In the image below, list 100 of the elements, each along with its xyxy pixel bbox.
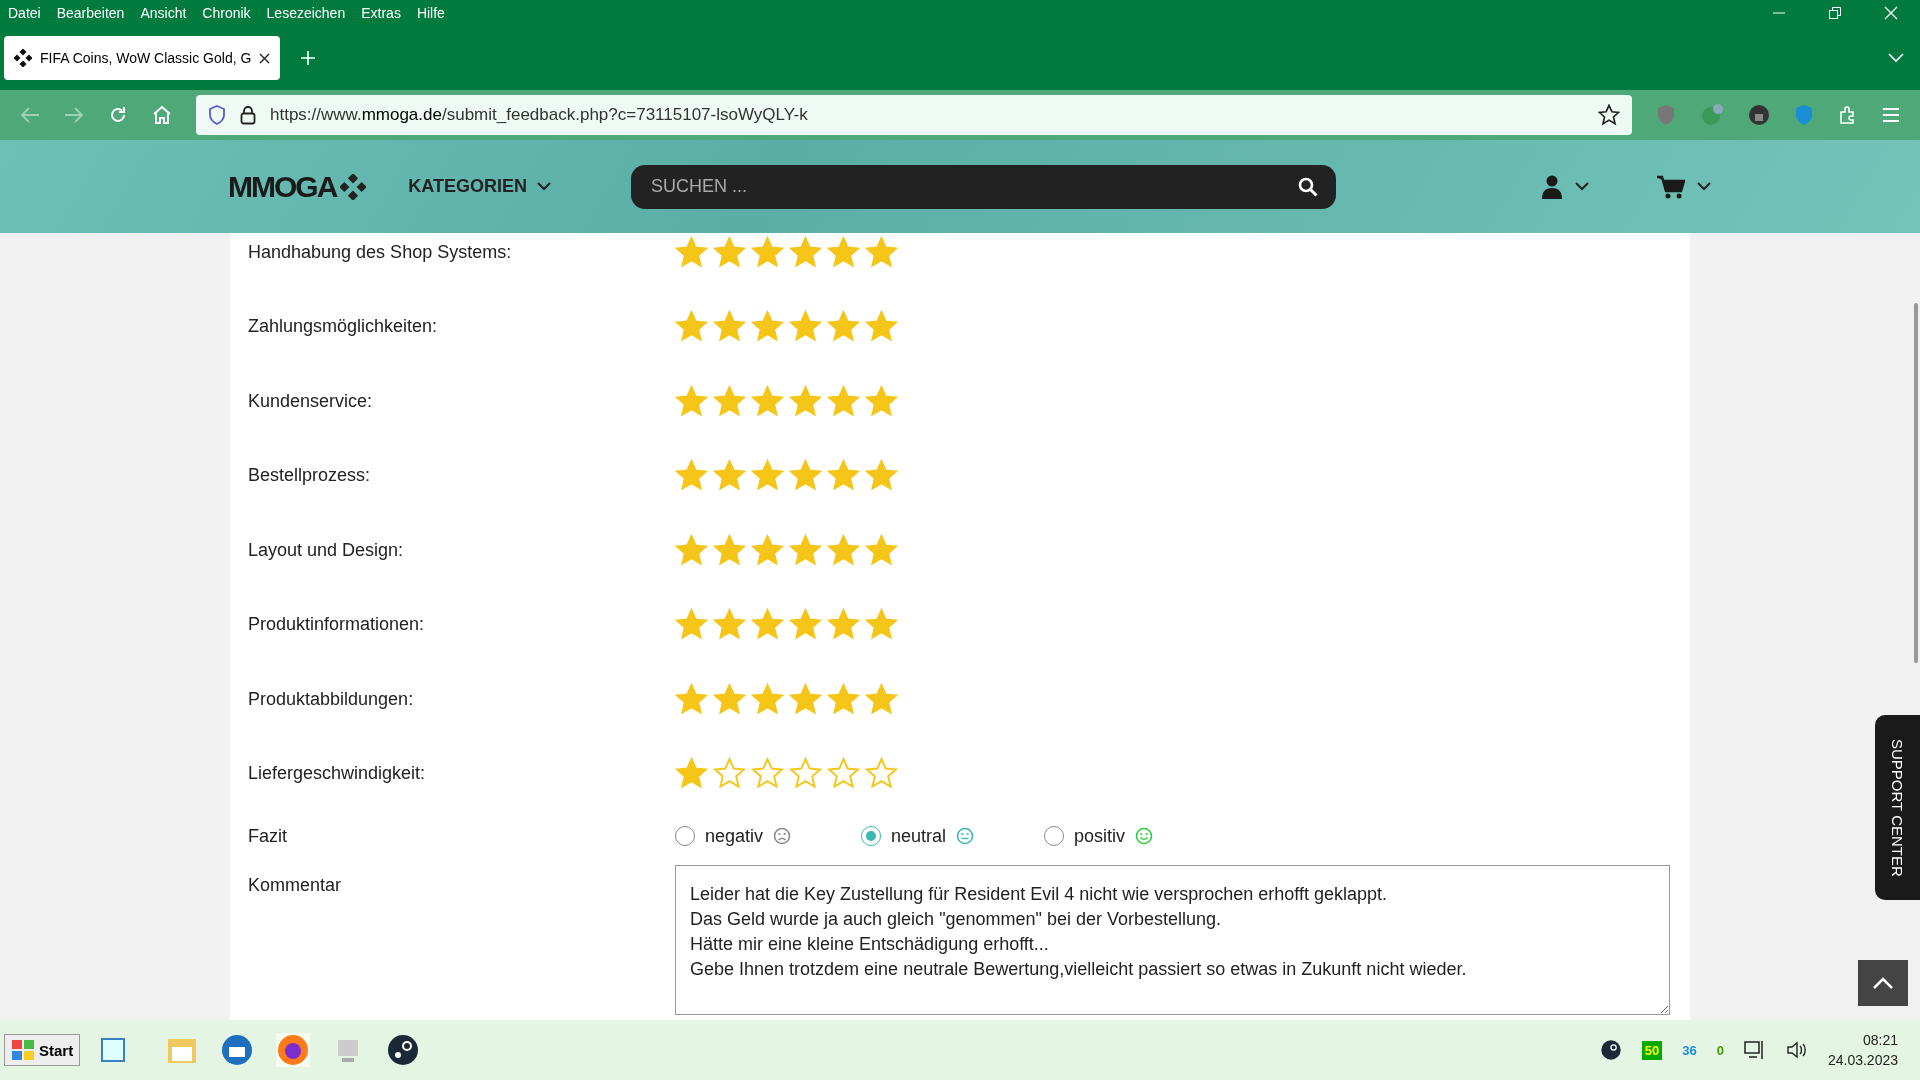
star-filled-icon[interactable]	[713, 533, 746, 567]
radio-label[interactable]: neutral	[891, 825, 947, 847]
star-filled-icon[interactable]	[751, 384, 784, 418]
star-filled-icon[interactable]	[789, 533, 822, 567]
browser-tab[interactable]: FIFA Coins, WoW Classic Gold, G	[4, 36, 281, 80]
forward-icon[interactable]	[64, 106, 84, 124]
reload-icon[interactable]	[108, 105, 128, 125]
site-logo[interactable]: MMOGA	[228, 169, 337, 204]
star-filled-icon[interactable]	[675, 757, 708, 791]
star-filled-icon[interactable]	[827, 533, 860, 567]
star-filled-icon[interactable]	[751, 310, 784, 344]
star-filled-icon[interactable]	[675, 235, 708, 269]
star-filled-icon[interactable]	[827, 459, 860, 493]
address-bar[interactable]: https://www.mmoga.de/submit_feedback.php?c=73115107-lsoWyQLY-k	[196, 95, 1632, 135]
search-icon[interactable]	[1298, 176, 1318, 197]
categories-menu[interactable]: KATEGORIEN	[408, 176, 527, 197]
star-filled-icon[interactable]	[865, 235, 898, 269]
start-button[interactable]: Start	[4, 1034, 81, 1066]
star-filled-icon[interactable]	[675, 310, 708, 344]
star-outline-icon[interactable]	[865, 757, 898, 791]
menu-icon[interactable]	[1882, 107, 1900, 123]
star-rating[interactable]	[675, 310, 898, 344]
star-rating[interactable]	[675, 608, 898, 642]
user-icon[interactable]	[1541, 174, 1563, 199]
new-tab-icon[interactable]	[300, 50, 317, 66]
rating-label: Zahlungsmöglichkeiten:	[248, 316, 439, 338]
star-rating[interactable]	[675, 384, 898, 418]
star-outline-icon[interactable]	[827, 757, 860, 791]
radio-label[interactable]: positiv	[1074, 825, 1126, 847]
star-filled-icon[interactable]	[789, 459, 822, 493]
cart-icon[interactable]	[1657, 174, 1685, 199]
star-filled-icon[interactable]	[789, 608, 822, 642]
rating-label: Kundenservice:	[248, 390, 374, 412]
star-filled-icon[interactable]	[751, 533, 784, 567]
star-filled-icon[interactable]	[675, 608, 708, 642]
star-filled-icon[interactable]	[789, 235, 822, 269]
network-icon[interactable]	[1743, 1040, 1766, 1060]
chevron-down-icon[interactable]	[1697, 182, 1711, 191]
star-outline-icon[interactable]	[1598, 104, 1620, 126]
star-filled-icon[interactable]	[865, 533, 898, 567]
star-filled-icon[interactable]	[865, 310, 898, 344]
chevron-down-icon[interactable]	[1575, 182, 1589, 191]
star-filled-icon[interactable]	[751, 235, 784, 269]
menu-item[interactable]: Chronik	[202, 5, 251, 21]
star-filled-icon[interactable]	[713, 310, 746, 344]
shield-icon[interactable]	[208, 105, 226, 125]
restore-icon[interactable]	[1828, 6, 1842, 20]
star-filled-icon[interactable]	[827, 310, 860, 344]
star-rating[interactable]	[675, 682, 898, 716]
star-rating[interactable]	[675, 459, 898, 493]
star-filled-icon[interactable]	[865, 459, 898, 493]
fazit-label: Fazit	[248, 825, 288, 847]
star-filled-icon[interactable]	[865, 384, 898, 418]
back-to-top-button[interactable]	[1858, 960, 1908, 1006]
star-filled-icon[interactable]	[713, 235, 746, 269]
star-filled-icon[interactable]	[751, 459, 784, 493]
star-outline-icon[interactable]	[713, 757, 746, 791]
star-outline-icon[interactable]	[751, 757, 784, 791]
star-filled-icon[interactable]	[865, 682, 898, 716]
star-filled-icon[interactable]	[751, 682, 784, 716]
star-filled-icon[interactable]	[827, 384, 860, 418]
menu-item[interactable]: Lesezeichen	[266, 5, 346, 21]
star-filled-icon[interactable]	[675, 533, 708, 567]
close-icon[interactable]	[259, 52, 271, 64]
home-icon[interactable]	[152, 105, 172, 125]
menu-item[interactable]: Bearbeiten	[56, 5, 125, 21]
star-rating[interactable]	[675, 757, 898, 791]
star-filled-icon[interactable]	[789, 310, 822, 344]
star-filled-icon[interactable]	[713, 608, 746, 642]
menu-item[interactable]: Hilfe	[416, 5, 445, 21]
star-filled-icon[interactable]	[675, 682, 708, 716]
star-filled-icon[interactable]	[675, 384, 708, 418]
search-bar[interactable]: SUCHEN ...	[631, 164, 1336, 209]
comment-field[interactable]: Leider hat die Key Zustellung für Resident Evil 4 nicht wie versprochen erhofft geklappt. Das Geld wurde ja auch gleich "genommen" bei der Vorbestellung. Hätte mir eine kleine Entschädigung erhofft... Gebe Ihnen trotzdem eine neutrale Bewertung,vielleicht passiert so etwas in Zukunft nicht wieder.	[675, 865, 1670, 1015]
star-filled-icon[interactable]	[713, 682, 746, 716]
shield-extension-icon[interactable]	[1794, 104, 1814, 126]
menu-item[interactable]: Ansicht	[140, 5, 187, 21]
star-filled-icon[interactable]	[789, 384, 822, 418]
star-filled-icon[interactable]	[827, 235, 860, 269]
star-filled-icon[interactable]	[827, 682, 860, 716]
star-filled-icon[interactable]	[675, 459, 708, 493]
shield-extension-icon[interactable]	[1656, 104, 1676, 126]
menu-item[interactable]: Datei	[8, 5, 41, 21]
support-center-tab[interactable]: SUPPORT CENTER	[1875, 715, 1920, 900]
star-rating[interactable]	[675, 533, 898, 567]
star-filled-icon[interactable]	[827, 608, 860, 642]
menu-item[interactable]: Extras	[361, 5, 401, 21]
back-icon[interactable]	[20, 106, 40, 124]
speaker-icon[interactable]	[1785, 1040, 1808, 1060]
star-filled-icon[interactable]	[713, 459, 746, 493]
star-filled-icon[interactable]	[865, 608, 898, 642]
star-filled-icon[interactable]	[751, 608, 784, 642]
chevron-down-icon[interactable]	[537, 182, 551, 191]
star-rating[interactable]	[675, 235, 898, 269]
search-field[interactable]: SUCHEN ...	[649, 175, 1298, 198]
clock-time: 08:21	[1862, 1031, 1898, 1050]
star-filled-icon[interactable]	[713, 384, 746, 418]
star-outline-icon[interactable]	[789, 757, 822, 791]
star-filled-icon[interactable]	[789, 682, 822, 716]
radio-label[interactable]: negativ	[705, 825, 764, 847]
